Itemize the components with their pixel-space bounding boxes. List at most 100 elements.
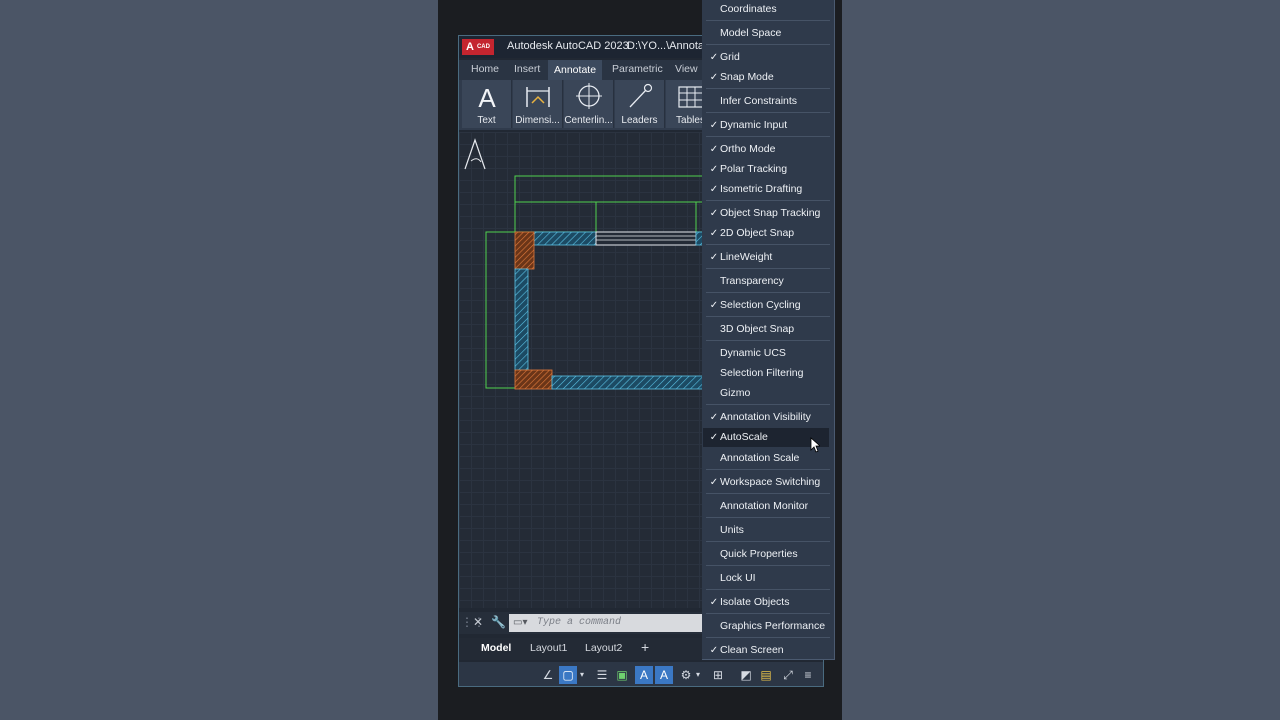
dimension-icon <box>526 87 550 107</box>
centerline-button[interactable]: Centerlin... <box>564 80 614 128</box>
menu-item-selection-cycling[interactable]: ✓ Selection Cycling <box>703 296 829 315</box>
menu-separator <box>706 613 830 614</box>
menu-item-label: Infer Constraints <box>720 95 798 107</box>
menu-item-isolate-objects[interactable]: ✓ Isolate Objects <box>703 593 829 612</box>
menu-item-label: Gizmo <box>720 387 751 399</box>
svg-text:A: A <box>478 83 496 111</box>
checkmark-icon: ✓ <box>709 228 719 239</box>
menu-item-units[interactable]: Units <box>703 521 829 540</box>
status-bar: ∠ ▢ ▾ ☰ ▣ A A ⚙ ▾ ⊞ ◩ ▤ ⤢ ≡ <box>459 662 823 686</box>
checkmark-icon: ✓ <box>709 120 719 131</box>
menu-item-label: Ortho Mode <box>720 143 776 155</box>
menu-item-graphics-performance[interactable]: Graphics Performance <box>703 617 829 636</box>
menu-separator <box>706 136 830 137</box>
menu-item-label: Snap Mode <box>720 71 774 83</box>
menu-item-label: Graphics Performance <box>720 620 826 632</box>
menu-separator <box>706 112 830 113</box>
text-button[interactable]: A Text <box>462 80 512 128</box>
menu-item-snap-mode[interactable]: ✓ Snap Mode <box>703 68 829 87</box>
menu-item-isometric-drafting[interactable]: ✓ Isometric Drafting <box>703 180 829 199</box>
menu-separator <box>706 200 830 201</box>
menu-item-grid[interactable]: ✓ Grid <box>703 48 829 67</box>
menu-item-object-snap-tracking[interactable]: ✓ Object Snap Tracking <box>703 204 829 223</box>
menu-item-2d-object-snap[interactable]: ✓ 2D Object Snap <box>703 224 829 243</box>
menu-item-polar-tracking[interactable]: ✓ Polar Tracking <box>703 160 829 179</box>
checkmark-icon: ✓ <box>709 412 719 423</box>
menu-item-annotation-monitor[interactable]: Annotation Monitor <box>703 497 829 516</box>
menu-item-dynamic-input[interactable]: ✓ Dynamic Input <box>703 116 829 135</box>
checkmark-icon: ✓ <box>709 144 719 155</box>
menu-separator <box>706 268 830 269</box>
menu-separator <box>706 316 830 317</box>
customization-menu: Coordinates Model Space ✓ Grid ✓ Snap Mode Inf… <box>702 0 835 660</box>
menu-item-label: Grid <box>720 51 740 63</box>
menu-item-lock-ui[interactable]: Lock UI <box>703 569 829 588</box>
menu-item-label: Dynamic UCS <box>720 347 786 359</box>
menu-separator <box>706 469 830 470</box>
menu-item-label: Isolate Objects <box>720 596 790 608</box>
command-input[interactable]: Type a command <box>509 614 709 632</box>
performance-icon[interactable]: ▤ <box>757 666 775 684</box>
clean-screen-icon[interactable]: ⤢ <box>779 666 797 684</box>
app-title: Autodesk AutoCAD 2023 <box>507 40 629 52</box>
checkmark-icon: ✓ <box>709 432 719 443</box>
menu-item-selection-filtering[interactable]: Selection Filtering <box>703 364 829 383</box>
dimension-button[interactable]: Dimensi... <box>513 80 563 128</box>
menu-item-infer-constraints[interactable]: Infer Constraints <box>703 92 829 111</box>
menu-item-clean-screen[interactable]: ✓ Clean Screen <box>703 641 829 660</box>
tab-insert[interactable]: Insert <box>514 63 540 75</box>
menu-item-label: Coordinates <box>720 3 777 15</box>
column-bottom-left <box>514 369 553 390</box>
menu-item-label: 3D Object Snap <box>720 323 795 335</box>
wrench-icon[interactable]: 🔧 <box>491 615 506 629</box>
close-icon[interactable]: ✕ <box>473 615 483 629</box>
tab-layout2[interactable]: Layout2 <box>585 642 622 654</box>
tab-layout1[interactable]: Layout1 <box>530 642 567 654</box>
checkmark-icon: ✓ <box>709 184 719 195</box>
wall-top-left <box>533 231 597 246</box>
polar-icon[interactable]: ∠ <box>539 666 557 684</box>
add-layout-button[interactable]: + <box>641 639 649 655</box>
chevron-down-icon[interactable]: ▾ <box>577 666 587 684</box>
menu-separator <box>706 20 830 21</box>
tab-parametric[interactable]: Parametric <box>612 63 663 75</box>
menu-item-ortho-mode[interactable]: ✓ Ortho Mode <box>703 140 829 159</box>
window-opening <box>595 231 697 246</box>
tab-annotate[interactable]: Annotate <box>548 60 603 80</box>
menu-item-gizmo[interactable]: Gizmo <box>703 384 829 403</box>
menu-item-dynamic-ucs[interactable]: Dynamic UCS <box>703 344 829 363</box>
lineweight-icon[interactable]: ☰ <box>593 666 611 684</box>
menu-item-lineweight[interactable]: ✓ LineWeight <box>703 248 829 267</box>
column-top-left <box>514 231 535 270</box>
menu-item-workspace-switching[interactable]: ✓ Workspace Switching <box>703 473 829 492</box>
menu-item-3d-object-snap[interactable]: 3D Object Snap <box>703 320 829 339</box>
customization-icon[interactable]: ≡ <box>799 666 817 684</box>
menu-item-model-space[interactable]: Model Space <box>703 24 829 43</box>
chevron-down-icon[interactable]: ▾ <box>693 666 703 684</box>
tab-view[interactable]: View <box>675 63 698 75</box>
ui-icon[interactable]: ⊞ <box>709 666 727 684</box>
autocad-logo[interactable]: A CAD <box>462 39 494 55</box>
tab-home[interactable]: Home <box>471 63 499 75</box>
menu-item-label: Annotation Monitor <box>720 500 809 512</box>
transparency-icon[interactable]: ▣ <box>613 666 631 684</box>
menu-separator <box>706 565 830 566</box>
menu-item-label: Selection Cycling <box>720 299 801 311</box>
leader-button[interactable]: Leaders <box>615 80 665 128</box>
leader-icon <box>629 83 653 108</box>
mouse-cursor-icon <box>810 437 820 453</box>
isolate-icon[interactable]: ◩ <box>737 666 755 684</box>
menu-item-label: Isometric Drafting <box>720 183 803 195</box>
menu-item-annotation-visibility[interactable]: ✓ Annotation Visibility <box>703 408 829 427</box>
menu-item-label: Clean Screen <box>720 644 784 656</box>
menu-item-transparency[interactable]: Transparency <box>703 272 829 291</box>
annotation-visibility-icon[interactable]: A <box>635 666 653 684</box>
command-history-icon[interactable]: ▭▾ <box>513 617 527 628</box>
autoscale-icon[interactable]: A <box>655 666 673 684</box>
tab-model[interactable]: Model <box>481 642 511 654</box>
menu-separator <box>706 541 830 542</box>
menu-item-coordinates[interactable]: Coordinates <box>703 0 829 19</box>
object-snap-icon[interactable]: ▢ <box>559 666 577 684</box>
menu-item-label: Quick Properties <box>720 548 798 560</box>
menu-item-quick-properties[interactable]: Quick Properties <box>703 545 829 564</box>
